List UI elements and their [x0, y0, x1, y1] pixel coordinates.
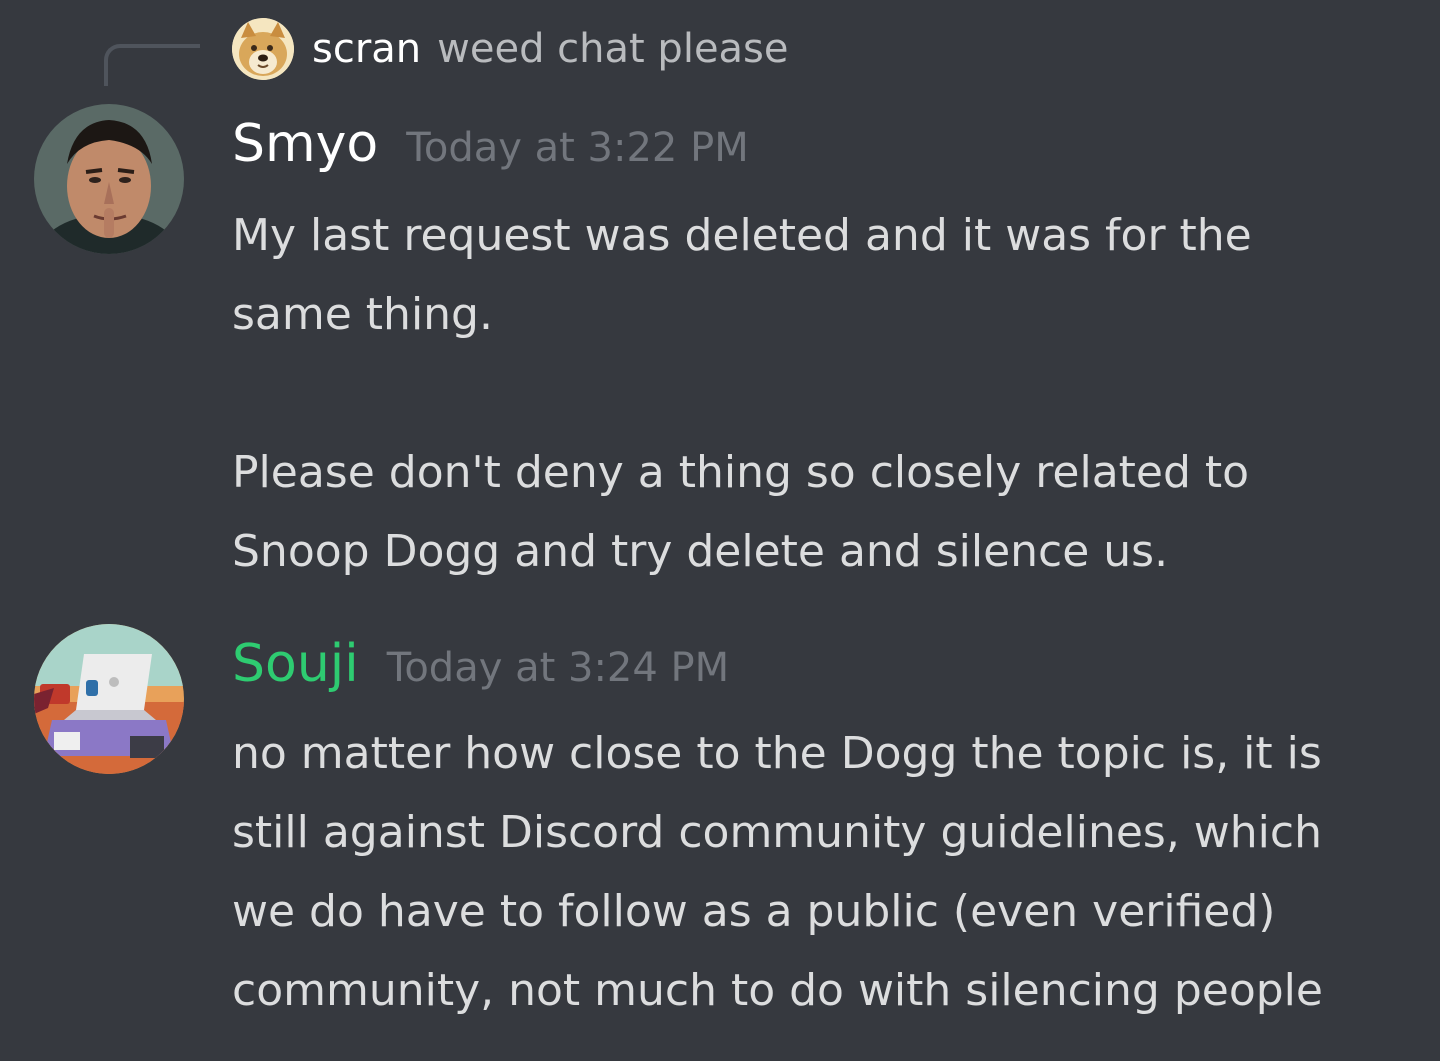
reply-text[interactable]: weed chat please [437, 26, 788, 72]
reply-author[interactable]: scran [312, 26, 421, 72]
timestamp[interactable]: Today at 3:24 PM [387, 645, 729, 691]
timestamp[interactable]: Today at 3:22 PM [406, 125, 748, 171]
reply-preview[interactable]: scran weed chat please [232, 18, 789, 80]
message-line: Please don't deny a thing so closely rel… [232, 447, 1250, 498]
chat-messages: scran weed chat please Smyo Today at 3:2… [0, 0, 1440, 1061]
message-line: same thing. [232, 289, 493, 340]
man-portrait-avatar-icon[interactable] [34, 104, 184, 254]
message-line: Snoop Dogg and try delete and silence us… [232, 526, 1169, 577]
author-name[interactable]: Smyo [232, 114, 378, 174]
desk-laptop-avatar-icon[interactable] [34, 624, 184, 774]
reply-connector [104, 44, 200, 86]
message-line: My last request was deleted and it was f… [232, 210, 1252, 261]
message-line: still against Discord community guidelin… [232, 807, 1322, 858]
author-name[interactable]: Souji [232, 634, 359, 694]
message-header: Souji Today at 3:24 PM [232, 634, 729, 694]
message-content: no matter how close to the Dogg the topi… [232, 714, 1412, 1030]
message-header: Smyo Today at 3:22 PM [232, 114, 749, 174]
message-content: My last request was deleted and it was f… [232, 196, 1412, 591]
message-line: no matter how close to the Dogg the topi… [232, 728, 1322, 779]
message-line: community, not much to do with silencing… [232, 965, 1323, 1016]
message-line: we do have to follow as a public (even v… [232, 886, 1276, 937]
doge-avatar-icon[interactable] [232, 18, 294, 80]
